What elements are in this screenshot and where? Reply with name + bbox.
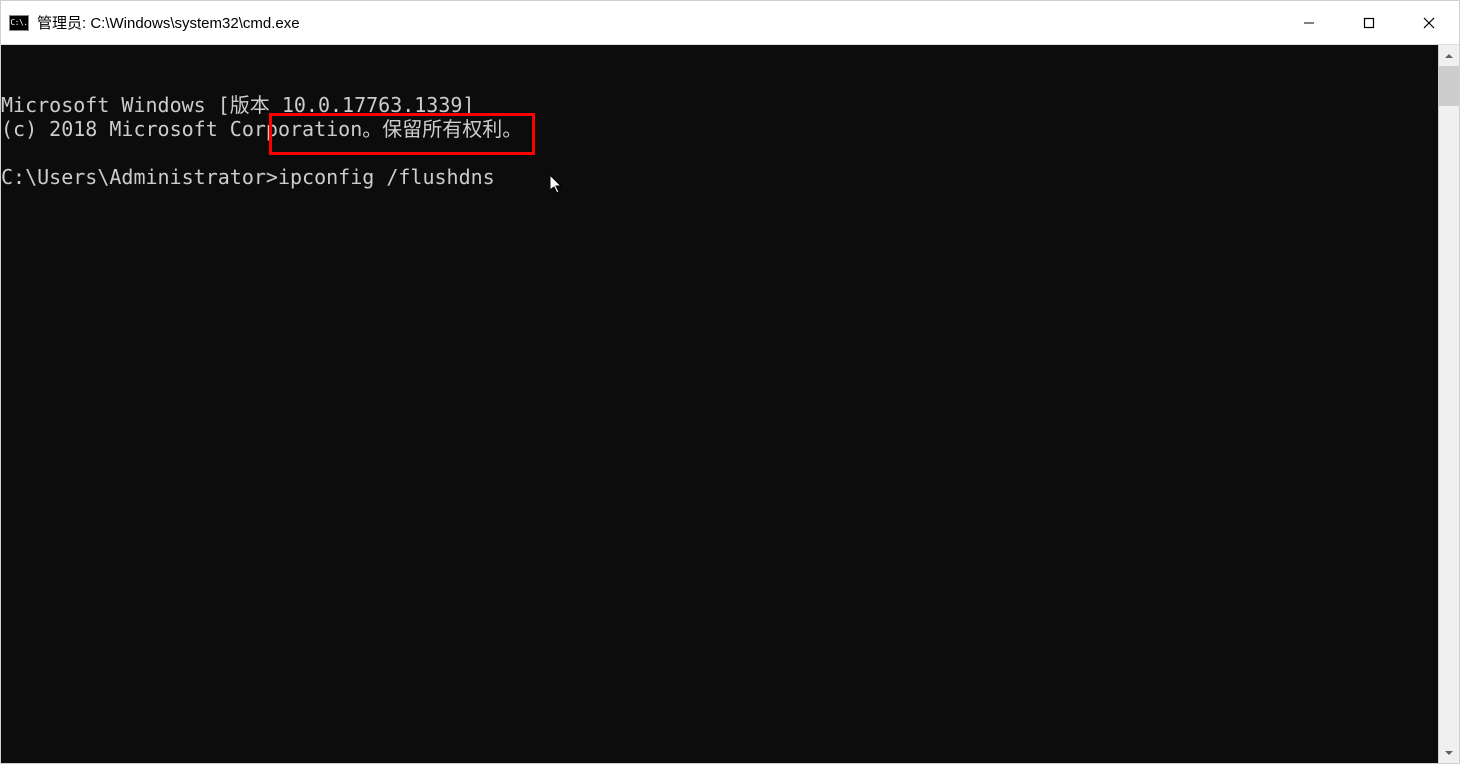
chevron-down-icon: [1445, 749, 1453, 757]
minimize-button[interactable]: [1279, 1, 1339, 44]
terminal-area: Microsoft Windows [版本 10.0.17763.1339](c…: [1, 45, 1459, 763]
close-button[interactable]: [1399, 1, 1459, 44]
close-icon: [1423, 17, 1435, 29]
vertical-scrollbar[interactable]: [1438, 45, 1459, 763]
cmd-icon: C:\.: [9, 15, 29, 31]
scrollbar-up-button[interactable]: [1439, 45, 1459, 66]
scrollbar-thumb[interactable]: [1439, 66, 1459, 106]
terminal-content[interactable]: Microsoft Windows [版本 10.0.17763.1339](c…: [1, 45, 1438, 763]
maximize-icon: [1363, 17, 1375, 29]
terminal-prompt: C:\Users\Administrator>: [1, 165, 278, 189]
minimize-icon: [1303, 17, 1315, 29]
scrollbar-down-button[interactable]: [1439, 742, 1459, 763]
chevron-up-icon: [1445, 52, 1453, 60]
terminal-prompt-line: C:\Users\Administrator>ipconfig /flushdn…: [1, 165, 1438, 189]
maximize-button[interactable]: [1339, 1, 1399, 44]
terminal-copyright-line: (c) 2018 Microsoft Corporation。保留所有权利。: [1, 117, 1438, 141]
terminal-command[interactable]: ipconfig /flushdns: [278, 165, 495, 189]
cmd-window: C:\. 管理员: C:\Windows\system32\cmd.exe Mi…: [0, 0, 1460, 764]
window-title: 管理员: C:\Windows\system32\cmd.exe: [37, 12, 1279, 33]
scrollbar-track[interactable]: [1439, 66, 1459, 742]
window-controls: [1279, 1, 1459, 44]
terminal-version-line: Microsoft Windows [版本 10.0.17763.1339]: [1, 93, 1438, 117]
titlebar[interactable]: C:\. 管理员: C:\Windows\system32\cmd.exe: [1, 1, 1459, 45]
